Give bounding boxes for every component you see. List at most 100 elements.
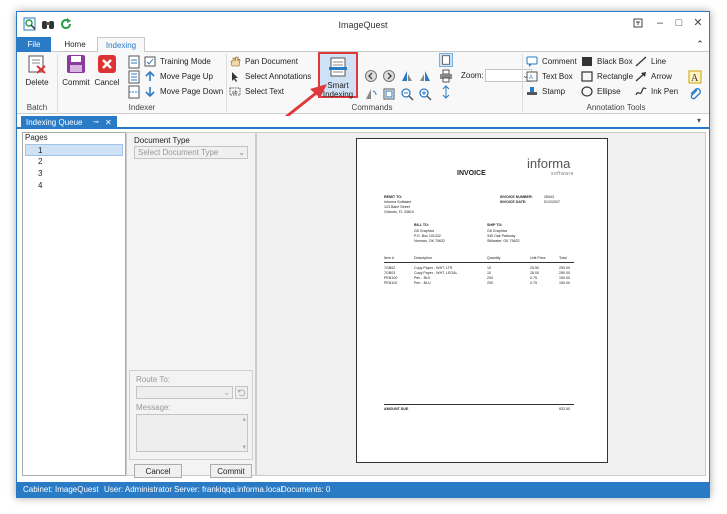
amount-due: 832.50 xyxy=(559,407,570,411)
form-commit-button[interactable]: Commit xyxy=(210,464,252,478)
list-item[interactable]: 2 xyxy=(25,156,123,168)
status-user: User: Administrator xyxy=(104,485,173,494)
next-icon[interactable] xyxy=(382,69,396,83)
bill-line: P.O. Box 101332 xyxy=(414,234,441,238)
list-item[interactable]: 4 xyxy=(25,180,123,192)
table-cell: PEN102 xyxy=(384,281,398,285)
scroll-down-icon[interactable]: ▾ xyxy=(242,443,246,451)
single-page-icon[interactable] xyxy=(439,53,453,67)
message-textarea[interactable]: ▴ ▾ xyxy=(136,414,248,452)
arrow-button[interactable]: Arrow xyxy=(635,70,672,83)
message-label: Message: xyxy=(136,403,171,412)
bill-to-label: BILL TO: xyxy=(414,223,430,227)
table-cell: 200 xyxy=(487,276,493,280)
ellipse-icon xyxy=(581,86,593,97)
scroll-up-icon[interactable]: ▴ xyxy=(242,415,246,423)
training-mode-button[interactable]: Training Mode xyxy=(144,55,211,68)
remit-line: Informa Software xyxy=(384,200,412,204)
zoom-in-icon[interactable] xyxy=(418,87,432,101)
line-button[interactable]: Line xyxy=(635,55,666,68)
zoom-label: Zoom: xyxy=(461,71,484,80)
dock-bar: Indexing Queue ⊸ ✕ ▾ xyxy=(17,116,709,129)
rotate-left-icon[interactable] xyxy=(400,69,414,83)
route-to-label: Route To: xyxy=(136,375,171,384)
tab-indexing[interactable]: Indexing xyxy=(97,37,145,53)
text-box-button[interactable]: A Text Box xyxy=(526,70,573,83)
document-list-icon[interactable] xyxy=(127,70,141,84)
comment-icon xyxy=(526,56,538,67)
form-cancel-button[interactable]: Cancel xyxy=(134,464,182,478)
svg-text:A: A xyxy=(691,73,699,84)
remit-label: REMIT TO: xyxy=(384,195,403,199)
ship-line: Stillwater, OK 75622 xyxy=(487,239,520,243)
cancel-button[interactable]: Cancel xyxy=(93,54,121,87)
commands-group-label: Commands xyxy=(351,103,393,112)
restore-icon[interactable] xyxy=(629,16,647,30)
title-bar: ImageQuest – □ ✕ xyxy=(17,12,709,37)
list-item[interactable]: 3 xyxy=(25,168,123,180)
annotation-tools-group: Comment A Text Box Stamp Black Box Recta… xyxy=(523,52,709,114)
document-icon[interactable] xyxy=(127,55,141,69)
route-to-select[interactable]: ⌄ xyxy=(136,386,233,399)
move-page-up-button[interactable]: Move Page Up xyxy=(144,70,213,83)
app-window: ImageQuest – □ ✕ File Home Indexing ⌃ De… xyxy=(16,11,710,498)
remit-line: Orlando, FL 33810 xyxy=(384,210,414,214)
table-cell: PEN100 xyxy=(384,276,398,280)
pages-header: Pages xyxy=(25,133,48,142)
print-icon[interactable] xyxy=(439,69,453,83)
table-cell: Copy Paper - WHT, LTR xyxy=(414,266,453,270)
document-type-label: Document Type xyxy=(134,136,190,145)
rotate-right-icon[interactable] xyxy=(418,69,432,83)
close-tab-icon[interactable]: ✕ xyxy=(105,116,112,129)
chevron-down-icon: ⌄ xyxy=(238,148,245,157)
delete-icon xyxy=(28,55,46,74)
table-divider xyxy=(384,262,574,263)
invoice-number-label: INVOICE NUMBER: xyxy=(500,195,533,199)
tab-home[interactable]: Home xyxy=(57,37,93,52)
fit-height-icon[interactable] xyxy=(439,85,453,99)
ink-pen-button[interactable]: Ink Pen xyxy=(635,85,678,98)
close-button[interactable]: ✕ xyxy=(689,16,707,30)
tab-indexing-queue[interactable]: Indexing Queue ⊸ ✕ xyxy=(21,116,117,129)
status-server: Server: frankiqqa.informa.local xyxy=(174,485,283,494)
index-form-panel: Document Type Select Document Type ⌄ Rou… xyxy=(126,132,256,478)
previous-icon[interactable] xyxy=(364,69,378,83)
rectangle-button[interactable]: Rectangle xyxy=(581,70,633,83)
tab-file[interactable]: File xyxy=(17,37,51,52)
attachment-icon[interactable] xyxy=(688,87,702,101)
list-item[interactable]: 1 xyxy=(25,144,123,156)
column-header: Description xyxy=(414,256,432,260)
move-page-down-button[interactable]: Move Page Down xyxy=(144,85,223,98)
annotation-tools-group-label: Annotation Tools xyxy=(586,103,646,112)
smart-indexing-icon xyxy=(329,57,347,77)
stamp-button[interactable]: Stamp xyxy=(526,85,565,98)
hand-icon xyxy=(230,56,241,67)
fit-page-icon[interactable] xyxy=(382,87,396,101)
minimize-button[interactable]: – xyxy=(651,16,669,30)
pin-icon[interactable]: ⊸ xyxy=(93,116,99,129)
comment-button[interactable]: Comment xyxy=(526,55,577,68)
dock-menu-icon[interactable]: ▾ xyxy=(697,116,701,125)
ship-to-label: SHIP TO: xyxy=(487,223,503,227)
document-type-select[interactable]: Select Document Type ⌄ xyxy=(134,146,248,159)
company-logo: informa xyxy=(527,156,571,171)
document-split-icon[interactable] xyxy=(127,85,141,99)
delete-button[interactable]: Delete xyxy=(23,54,51,87)
maximize-button[interactable]: □ xyxy=(670,16,688,30)
cancel-icon xyxy=(98,55,116,73)
black-box-button[interactable]: Black Box xyxy=(581,55,633,68)
undo-icon[interactable] xyxy=(235,386,248,399)
ellipse-button[interactable]: Ellipse xyxy=(581,85,621,98)
commit-button[interactable]: Commit xyxy=(62,54,90,87)
collapse-ribbon-icon[interactable]: ⌃ xyxy=(693,37,707,52)
ribbon: Delete Batch Commit Cancel Training Mode xyxy=(17,52,709,114)
chevron-down-icon: ⌄ xyxy=(223,388,230,397)
zoom-out-icon[interactable] xyxy=(400,87,414,101)
table-cell: 280.00 xyxy=(559,271,570,275)
pan-document-button[interactable]: Pan Document xyxy=(229,55,298,68)
batch-group: Delete Batch xyxy=(17,52,57,114)
rotate-page-icon[interactable] xyxy=(364,87,378,101)
commands-group: Pan Document Select Annotations ab Selec… xyxy=(227,52,532,114)
table-cell: 7GB03 xyxy=(384,271,396,275)
font-icon[interactable]: A xyxy=(688,70,702,84)
